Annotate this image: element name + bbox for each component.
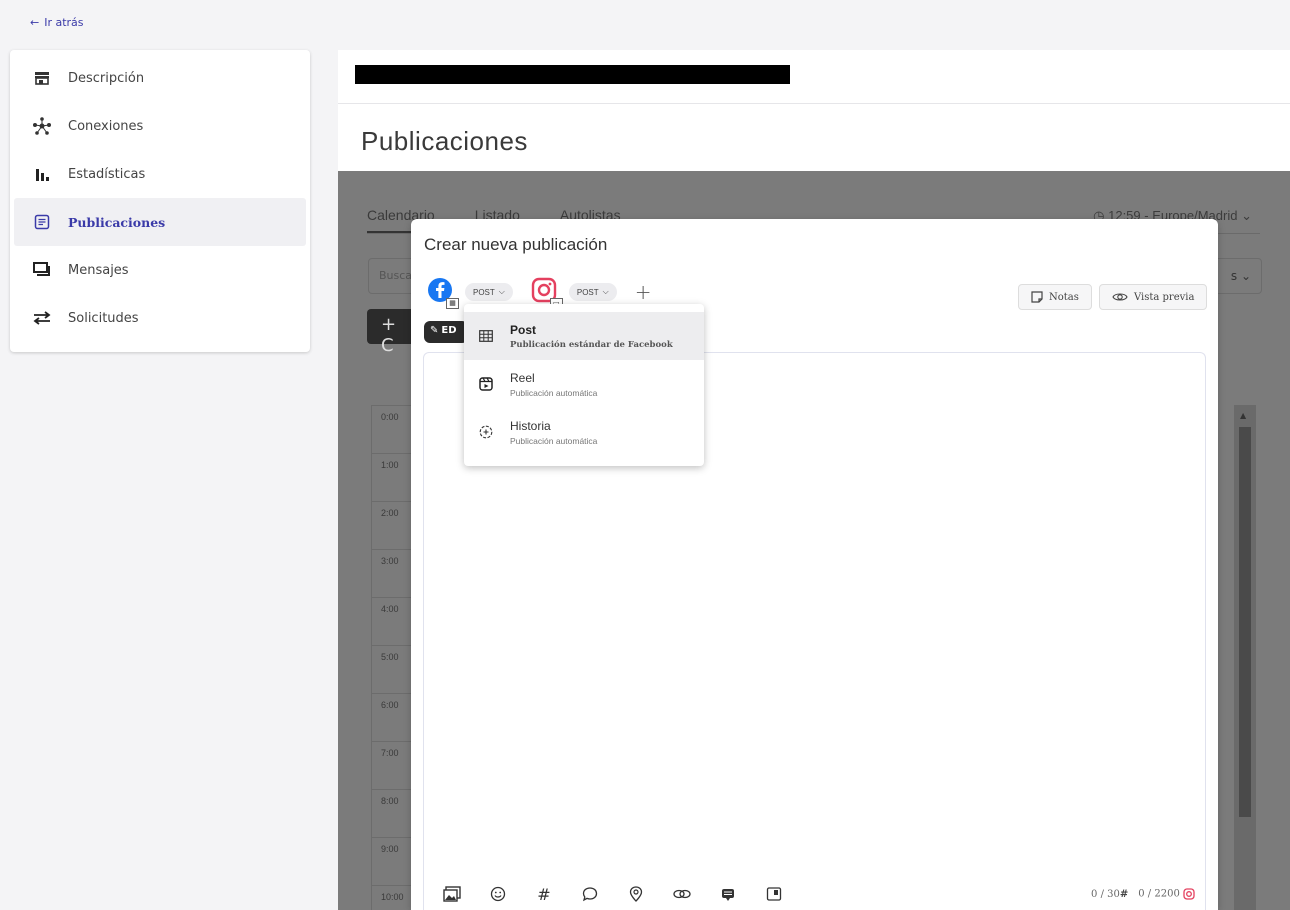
swap-icon — [32, 308, 52, 328]
network-selector: ▦ POST ⌵ ▭ POST ⌵ + — [427, 277, 652, 309]
redacted-area — [355, 65, 790, 84]
instagram-account[interactable]: ▭ — [531, 277, 563, 309]
hashtag-icon: # — [1119, 888, 1129, 900]
dropdown-item-post[interactable]: Post Publicación estándar de Facebook — [464, 312, 704, 360]
hour-label: 4:00 — [371, 597, 411, 645]
modal-title: Crear nueva publicación — [424, 235, 608, 254]
hour-label: 10:00 — [371, 885, 411, 910]
dropdown-item-reel[interactable]: Reel Publicación automática — [464, 360, 704, 408]
post-format-icon: ▦ — [446, 298, 459, 309]
dropdown-item-title: Historia — [510, 418, 551, 433]
hour-label: 2:00 — [371, 501, 411, 549]
sidebar-item-mensajes[interactable]: Mensajes — [14, 246, 306, 294]
char-counter: 0 / 2200 — [1138, 888, 1195, 900]
sidebar-item-label: Descripción — [68, 70, 145, 86]
hashtag-counter: 0 / 30# — [1091, 889, 1128, 900]
edit-tab[interactable]: ✎ ED — [424, 321, 468, 343]
sidebar-item-conexiones[interactable]: Conexiones — [14, 102, 306, 150]
dropdown-item-subtitle: Publicación automática — [510, 387, 598, 398]
sidebar-item-estadisticas[interactable]: Estadísticas — [14, 150, 306, 198]
story-icon — [478, 424, 494, 440]
sidebar-item-descripcion[interactable]: Descripción — [14, 54, 306, 102]
note-icon — [1031, 291, 1043, 303]
facebook-account[interactable]: ▦ — [427, 277, 459, 309]
add-network-icon[interactable]: + — [635, 280, 652, 304]
hour-label: 5:00 — [371, 645, 411, 693]
sidebar-item-publicaciones[interactable]: Publicaciones — [14, 198, 306, 246]
comment-icon[interactable] — [580, 884, 600, 904]
char-counter-value: 0 / 2200 — [1138, 888, 1180, 900]
filter-label: s — [1230, 269, 1238, 283]
hashtag-icon[interactable]: # — [534, 884, 554, 904]
arrow-left-icon: ← — [30, 16, 40, 29]
calendar-scrollbar[interactable]: ▲ — [1234, 405, 1256, 910]
facebook-type-select[interactable]: POST ⌵ — [465, 283, 513, 301]
sidebar-item-label: Mensajes — [68, 262, 129, 278]
story-frame-icon[interactable] — [764, 884, 784, 904]
notes-label: Notas — [1049, 291, 1079, 303]
notes-button[interactable]: Notas — [1018, 284, 1092, 310]
edit-label: ED — [441, 325, 457, 336]
hour-label: 1:00 — [371, 453, 411, 501]
sidebar-item-label: Conexiones — [68, 118, 144, 134]
document-icon — [32, 212, 52, 232]
dropdown-item-title: Post — [510, 322, 537, 337]
product-tag-icon[interactable] — [718, 884, 738, 904]
back-label: Ir atrás — [44, 16, 84, 29]
scroll-up-icon[interactable]: ▲ — [1240, 411, 1246, 420]
sidebar-item-label: Estadísticas — [68, 166, 146, 182]
bar-chart-icon — [32, 164, 52, 184]
edit-icon: ✎ — [430, 325, 439, 336]
character-counters: 0 / 30# 0 / 2200 — [1091, 888, 1195, 900]
hour-label: 8:00 — [371, 789, 411, 837]
post-type-dropdown: Post Publicación estándar de Facebook Re… — [464, 304, 704, 466]
instagram-icon — [1183, 888, 1195, 900]
link-icon[interactable] — [672, 884, 692, 904]
network-icon — [32, 116, 52, 136]
preview-button[interactable]: Vista previa — [1099, 284, 1208, 310]
hour-label: 9:00 — [371, 837, 411, 885]
instagram-type-label: POST — [576, 287, 599, 297]
calendar-hours: 0:00 1:00 2:00 3:00 4:00 5:00 6:00 7:00 … — [371, 405, 411, 910]
hour-label: 3:00 — [371, 549, 411, 597]
dropdown-item-subtitle: Publicación estándar de Facebook — [510, 339, 673, 350]
hour-label: 6:00 — [371, 693, 411, 741]
sidebar-item-solicitudes[interactable]: Solicitudes — [14, 294, 306, 342]
hashtag-counter-value: 0 / 30 — [1091, 888, 1120, 900]
reel-icon — [478, 376, 494, 392]
grid-icon — [478, 328, 494, 344]
dropdown-item-historia[interactable]: Historia Publicación automática — [464, 408, 704, 456]
dropdown-item-title: Reel — [510, 370, 535, 385]
main-header — [338, 50, 1290, 104]
chevron-down-icon: ⌵ — [602, 287, 609, 296]
eye-icon — [1112, 293, 1128, 301]
editor-toolbar: # — [442, 884, 784, 904]
media-icon[interactable] — [442, 884, 462, 904]
facebook-type-label: POST — [473, 287, 495, 297]
sidebar-item-label: Solicitudes — [68, 310, 139, 326]
instagram-type-select[interactable]: POST ⌵ — [568, 283, 617, 301]
scrollbar-thumb[interactable] — [1239, 427, 1251, 817]
chevron-down-icon: ⌄ — [1240, 269, 1251, 283]
dropdown-item-subtitle: Publicación automática — [510, 435, 598, 446]
hour-label: 7:00 — [371, 741, 411, 789]
hour-label: 0:00 — [371, 405, 411, 453]
chevron-down-icon: ⌄ — [1241, 208, 1252, 223]
location-icon[interactable] — [626, 884, 646, 904]
sidebar-item-label: Publicaciones — [68, 214, 166, 230]
emoji-icon[interactable] — [488, 884, 508, 904]
store-icon — [32, 68, 52, 88]
sidebar: Descripción Conexiones Estadísticas Publ… — [10, 50, 310, 352]
back-link[interactable]: ← Ir atrás — [30, 16, 84, 29]
chevron-down-icon: ⌵ — [498, 287, 505, 296]
preview-label: Vista previa — [1134, 291, 1195, 303]
page-title: Publicaciones — [361, 126, 528, 156]
chat-icon — [32, 260, 52, 280]
